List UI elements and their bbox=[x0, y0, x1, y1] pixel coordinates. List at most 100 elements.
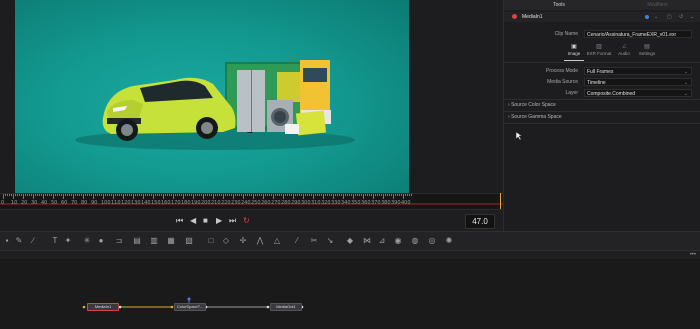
play-reverse-button[interactable]: ◀ bbox=[190, 216, 196, 226]
3d-camera-icon[interactable]: ◉ bbox=[393, 236, 403, 246]
ruler-tick bbox=[99, 194, 100, 196]
node-colorspace-transform[interactable]: ColorSpaceT... bbox=[174, 303, 206, 311]
ruler-tick bbox=[149, 194, 150, 196]
layer-dropdown[interactable]: Composite.Combined ⌄ bbox=[584, 89, 692, 97]
ruler-tick bbox=[397, 194, 398, 196]
mask-tool-icon[interactable]: ✦ bbox=[63, 236, 73, 246]
transform-tool-icon[interactable]: ▤ bbox=[132, 236, 142, 246]
3d-text-icon[interactable]: ⋈ bbox=[362, 236, 372, 246]
go-to-start-button[interactable]: ⏮ bbox=[176, 216, 183, 226]
ruler-tick bbox=[261, 194, 262, 196]
resize-tool-icon[interactable]: ▦ bbox=[166, 236, 176, 246]
ruler-tick bbox=[283, 194, 284, 199]
ruler-tick bbox=[401, 194, 402, 196]
subtab-settings[interactable]: ▤ Settings bbox=[636, 43, 658, 61]
tracker-tool-icon[interactable]: ⁄ bbox=[292, 236, 302, 246]
loop-icon[interactable]: ↻ bbox=[243, 216, 250, 226]
more-options-icon[interactable]: ••• bbox=[690, 251, 696, 259]
playhead[interactable] bbox=[500, 193, 501, 209]
ruler-tick bbox=[123, 194, 124, 199]
viewer-image bbox=[15, 0, 409, 193]
tab-tools[interactable]: Tools bbox=[504, 0, 614, 10]
play-button[interactable]: ▶ bbox=[216, 216, 222, 226]
shape-tool-icon[interactable]: △ bbox=[272, 236, 282, 246]
merge-tool-icon[interactable]: ⊐ bbox=[114, 236, 124, 246]
pin-icon[interactable]: ⌄ bbox=[690, 12, 694, 22]
ruler-tick bbox=[15, 194, 16, 196]
ruler-tick bbox=[43, 194, 44, 199]
ruler-tick bbox=[133, 194, 134, 199]
ruler-tick bbox=[109, 194, 110, 196]
process-mode-dropdown[interactable]: Full Frames ⌄ bbox=[584, 67, 692, 75]
ruler-tick bbox=[213, 194, 214, 199]
version-icon[interactable]: ▢ bbox=[667, 12, 672, 22]
ellipse-mask-icon[interactable]: ◇ bbox=[221, 236, 231, 246]
3d-image-icon[interactable]: ✺ bbox=[444, 236, 454, 246]
ruler-tick bbox=[299, 194, 300, 196]
ruler-label: 350 bbox=[351, 200, 361, 206]
ruler-tick bbox=[357, 194, 358, 196]
ruler-tick bbox=[309, 194, 310, 196]
clip-name-field[interactable]: Cenario/Assinatura_FrameEXR_v01.exr bbox=[584, 30, 692, 38]
subtab-exr-format[interactable]: ▥ EXR Format bbox=[586, 43, 612, 61]
process-mode-value: Full Frames bbox=[587, 69, 614, 75]
subtab-image[interactable]: ▣ Image bbox=[564, 43, 584, 61]
stop-button[interactable]: ■ bbox=[203, 216, 208, 226]
ruler-tick bbox=[161, 194, 162, 196]
3d-renderer-icon[interactable]: ◎ bbox=[427, 236, 437, 246]
ruler-tick bbox=[13, 194, 14, 199]
keyer-tool-icon[interactable]: ✂ bbox=[309, 236, 319, 246]
media-source-dropdown[interactable]: Timeline ⌄ bbox=[584, 78, 692, 86]
ruler-tick bbox=[67, 194, 68, 196]
section-source-color-space[interactable]: › Source Color Space bbox=[508, 102, 556, 108]
section-source-gamma-space[interactable]: › Source Gamma Space bbox=[508, 114, 562, 120]
ruler-tick bbox=[207, 194, 208, 196]
brush-tool-icon[interactable]: ∕ bbox=[28, 236, 38, 246]
polygon-mask-icon[interactable]: ✢ bbox=[238, 236, 248, 246]
media-source-value: Timeline bbox=[587, 80, 606, 86]
ruler-tick bbox=[363, 194, 364, 199]
channel-tool-icon[interactable]: ▧ bbox=[184, 236, 194, 246]
ruler-label: 290 bbox=[291, 200, 301, 206]
node-menu-icon[interactable]: ⌄ bbox=[654, 12, 658, 22]
ruler-tick bbox=[391, 194, 392, 196]
bspline-mask-icon[interactable]: ⋀ bbox=[255, 236, 265, 246]
text-tool-icon[interactable]: T bbox=[50, 236, 60, 246]
frame-number-field[interactable]: 47.0 bbox=[465, 214, 495, 229]
ruler-tick bbox=[225, 194, 226, 196]
node-mask-input[interactable] bbox=[188, 298, 192, 301]
ruler-tick bbox=[265, 194, 266, 196]
ruler-tick bbox=[279, 194, 280, 196]
3d-light-icon[interactable]: ◍ bbox=[410, 236, 420, 246]
go-to-end-button[interactable]: ⏭ bbox=[229, 216, 236, 226]
ruler-tick bbox=[381, 194, 382, 196]
subtab-audio[interactable]: ♫ Audio bbox=[614, 43, 634, 61]
node-header[interactable]: MediaIn1 ⌄ ▢ ↺ ⌄ bbox=[504, 12, 700, 22]
ruler-tick bbox=[205, 194, 206, 196]
exr-format-icon: ▥ bbox=[596, 44, 602, 50]
node-editor[interactable]: MediaIn1 ColorSpaceT... MediaOut1 bbox=[0, 259, 700, 329]
viewer-panel[interactable] bbox=[0, 0, 503, 196]
reset-icon[interactable]: ↺ bbox=[679, 12, 683, 22]
ruler-tick bbox=[361, 194, 362, 196]
3d-merge-icon[interactable]: ⊿ bbox=[377, 236, 387, 246]
ruler-tick bbox=[81, 194, 82, 196]
node-color-icon[interactable] bbox=[645, 15, 649, 19]
node-mediaout1[interactable]: MediaOut1 bbox=[270, 303, 302, 311]
rectangle-mask-icon[interactable]: □ bbox=[206, 236, 216, 246]
crop-tool-icon[interactable]: ▥ bbox=[149, 236, 159, 246]
ruler-label: 150 bbox=[151, 200, 161, 206]
blur-tool-icon[interactable]: ↘ bbox=[325, 236, 335, 246]
ruler-label: 240 bbox=[241, 200, 251, 206]
node-enable-icon[interactable] bbox=[512, 14, 517, 19]
particle-tool-icon[interactable]: ✳ bbox=[82, 236, 92, 246]
drop-tool-icon[interactable]: ● bbox=[96, 236, 106, 246]
ruler-tick bbox=[373, 194, 374, 199]
node-mediain1[interactable]: MediaIn1 bbox=[87, 303, 119, 311]
3d-shape-icon[interactable]: ◆ bbox=[345, 236, 355, 246]
paint-tool-icon[interactable]: ✎ bbox=[14, 236, 24, 246]
time-ruler[interactable]: 0 10 20 30 40 50 60 70 80 90 100 110 120 130 140 150 160… bbox=[0, 193, 503, 210]
tab-modifiers[interactable]: Modifiers bbox=[614, 0, 700, 10]
ruler-tick bbox=[23, 194, 24, 199]
background-tool-icon[interactable]: ▪ bbox=[2, 236, 12, 246]
